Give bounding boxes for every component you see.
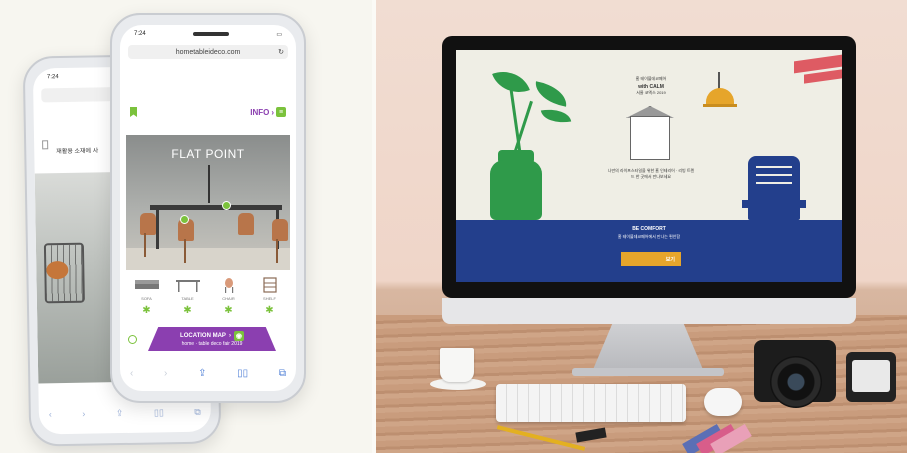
website-preview: 홈 테이블데코페어 with CALM 서울 코엑스 2019 나만의 라이프스…: [456, 50, 842, 282]
floor: [126, 248, 290, 270]
vase-image: [490, 160, 542, 220]
product-hotspot[interactable]: [222, 201, 231, 210]
hero-title: FLAT POINT: [171, 147, 245, 161]
blue-chair-seat: [742, 200, 806, 208]
floor-lamp-image: [208, 165, 210, 203]
chair-slat: [756, 166, 792, 168]
play-icon[interactable]: [128, 335, 137, 344]
table-image: [150, 205, 282, 210]
product-item[interactable]: SOFA ✱: [130, 277, 164, 316]
notch: [193, 32, 229, 36]
band-subtitle: 홈 테이블데코페어에서 만나는 편안함: [617, 234, 681, 239]
share-icon[interactable]: ⇪: [198, 368, 206, 379]
share-icon[interactable]: ⇪: [116, 408, 124, 419]
browser-toolbar: ‹ › ⇪ ▯▯ ⧉: [126, 368, 290, 379]
status-bar: 7:24 ▭: [120, 25, 296, 43]
browser-toolbar: ‹ › ⇪ ▯▯ ⧉: [49, 407, 201, 421]
chair-leg: [144, 233, 146, 257]
decorative-stripe: [804, 69, 842, 84]
status-time: 7:24: [46, 74, 59, 81]
location-title-text: LOCATION MAP: [180, 333, 226, 339]
site-heading-top: 홈 테이블데코페어: [635, 76, 667, 81]
shelf-icon: [262, 277, 277, 293]
product-hotspot[interactable]: [180, 215, 189, 224]
product-label: SOFA: [141, 296, 152, 301]
product-item[interactable]: CHAIR ✱: [212, 277, 246, 316]
info-label: INFO: [250, 107, 270, 117]
product-label: TABLE: [181, 296, 194, 301]
product-label: SHELF: [263, 296, 276, 301]
tabs-icon[interactable]: ⧉: [194, 407, 201, 418]
chair-slat: [756, 174, 792, 176]
imac-chin: [442, 298, 856, 324]
status-time: 7:24: [134, 31, 146, 37]
table-leg: [156, 209, 159, 249]
hero-image: FLAT POINT: [126, 135, 290, 270]
mobile-mockup-panel: 7:24 home 재활용 소재에 사 ‹ › ⇪ ▯▯ ⧉: [0, 0, 372, 453]
product-item[interactable]: TABLE ✱: [171, 277, 205, 316]
info-link[interactable]: INFO › ≡: [250, 107, 286, 117]
pendant-lamp-rim: [703, 104, 737, 107]
pendant-lamp-image: [706, 88, 734, 104]
star-icon: ✱: [142, 305, 151, 316]
keyboard-image: [496, 384, 686, 422]
band-title: BE COMFORT: [632, 226, 666, 232]
imac-screen: 홈 테이블데코페어 with CALM 서울 코엑스 2019 나만의 라이프스…: [442, 36, 856, 298]
chair-slat: [756, 182, 792, 184]
front-phone: 7:24 ▭ hometableideco.com ↻ INFO › ≡ FLA…: [110, 13, 306, 403]
product-text: 재활용 소재에 사: [56, 148, 99, 156]
star-icon: ✱: [265, 305, 274, 316]
location-title: LOCATION MAP › ◉: [148, 327, 276, 341]
star-icon: ✱: [224, 305, 233, 316]
desktop-mockup-panel: 홈 테이블데코페어 with CALM 서울 코엑스 2019 나만의 라이프스…: [376, 0, 907, 453]
camera-lens-image: [770, 356, 822, 408]
tabs-icon[interactable]: ⧉: [279, 368, 286, 379]
imac-foot: [572, 368, 724, 376]
table-icon: [175, 280, 200, 292]
url-text: hometableideco.com: [175, 48, 241, 56]
chair-image: [238, 213, 254, 235]
bookmark-icon[interactable]: [42, 140, 49, 150]
bookmarks-icon[interactable]: ▯▯: [154, 407, 164, 418]
plant-leaf: [532, 81, 570, 107]
chevron-right-icon: ›: [228, 333, 231, 339]
menu-icon: ≡: [276, 107, 286, 117]
forward-icon[interactable]: ›: [82, 409, 85, 420]
chair-image: [140, 213, 156, 235]
cta-button[interactable]: 보기: [621, 252, 681, 266]
back-icon[interactable]: ‹: [49, 409, 52, 420]
star-icon: ✱: [183, 305, 192, 316]
bookmark-icon[interactable]: [130, 107, 137, 117]
address-bar[interactable]: hometableideco.com ↻: [128, 45, 288, 59]
chair-leg: [184, 239, 186, 263]
mockup-collage: 7:24 home 재활용 소재에 사 ‹ › ⇪ ▯▯ ⧉: [0, 0, 907, 453]
site-heading-sub: 서울 코엑스 2019: [636, 90, 666, 95]
chair-leg: [276, 239, 278, 263]
reload-icon[interactable]: ↻: [278, 48, 284, 56]
chevron-right-icon: ›: [271, 107, 274, 117]
battery-icon: ▭: [276, 31, 282, 38]
back-icon[interactable]: ‹: [130, 368, 133, 379]
product-item[interactable]: SHELF ✱: [253, 277, 287, 316]
map-icon: ◉: [233, 331, 244, 341]
product-label: CHAIR: [222, 296, 235, 301]
chair-icon: [224, 278, 233, 293]
front-phone-screen: 7:24 ▭ hometableideco.com ↻ INFO › ≡ FLA…: [120, 25, 296, 391]
forward-icon[interactable]: ›: [164, 368, 167, 379]
location-map-button[interactable]: LOCATION MAP › ◉ home · table deco fair …: [148, 327, 276, 351]
site-heading: 홈 테이블데코페어 with CALM 서울 코엑스 2019: [606, 76, 696, 96]
plant-leaf: [540, 105, 572, 127]
house-illustration: [630, 116, 670, 160]
bookmarks-icon[interactable]: ▯▯: [237, 368, 248, 379]
sofa-icon: [134, 280, 159, 289]
product-list: SOFA ✱ TABLE ✱ CHAIR ✱ SHELF ✱: [126, 277, 290, 316]
location-subtitle: home · table deco fair 2019: [181, 341, 243, 347]
chair-image: [272, 219, 288, 241]
coffee-cup-image: [440, 348, 474, 382]
site-description: 나만의 라이프스타일을 위한 홈 인테리어 · 리빙 트렌드 한 곳에서 만나보…: [607, 168, 695, 179]
flash-head: [852, 360, 890, 392]
mouse-image: [704, 388, 742, 416]
